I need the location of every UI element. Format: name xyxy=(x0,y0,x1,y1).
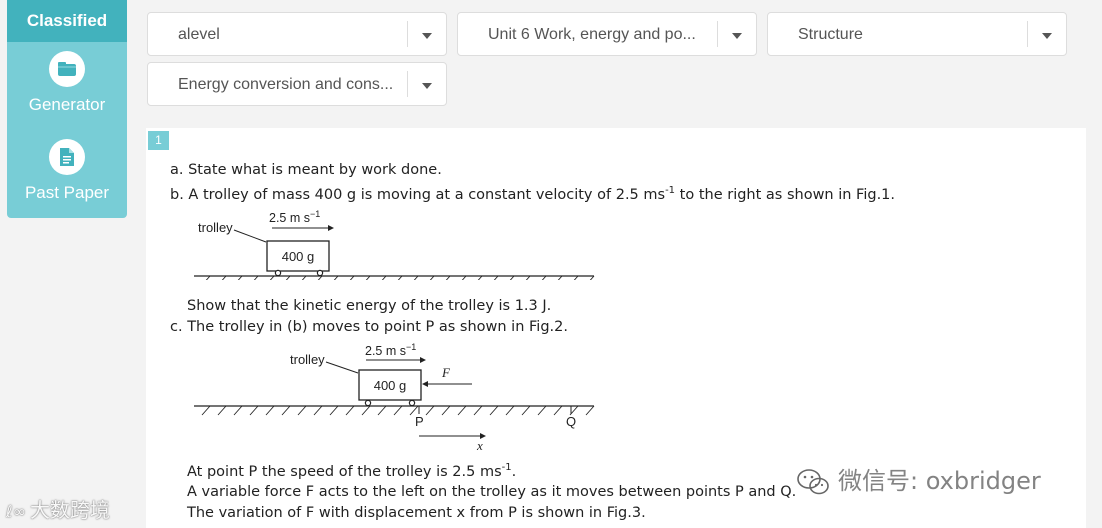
question-part-b: b. A trolley of mass 400 g is moving at … xyxy=(170,185,895,203)
question-number: 1 xyxy=(148,131,169,150)
ground-hatch xyxy=(489,405,499,416)
chevron-down-icon xyxy=(422,83,432,89)
topic-select[interactable]: Energy conversion and cons... xyxy=(147,62,447,106)
figure-1: trolley 2.5 m s−1 400 g xyxy=(194,209,595,280)
select-divider xyxy=(407,71,408,97)
question-speed-at-p: At point P the speed of the trolley is 2… xyxy=(187,462,516,480)
ground-hatch xyxy=(313,405,323,416)
watermark-logo-icon: ℓ∞ xyxy=(6,502,26,521)
question-variable-force: A variable force F acts to the left on t… xyxy=(187,484,797,500)
sidebar-item-past-paper[interactable]: Past Paper xyxy=(7,139,127,203)
fig2-mass-label: 400 g xyxy=(374,378,407,393)
tab-classified[interactable]: Classified xyxy=(7,0,127,42)
speed-text: At point P the speed of the trolley is 2… xyxy=(187,463,502,480)
watermark-left: ℓ∞ 大数跨境 xyxy=(6,494,110,523)
folder-icon xyxy=(49,51,85,87)
fig1-speed-label: 2.5 m s−1 xyxy=(269,209,320,225)
select-divider xyxy=(717,21,718,47)
ground-hatch xyxy=(457,405,467,416)
ground-hatch xyxy=(361,405,371,416)
chevron-down-icon xyxy=(1042,33,1052,39)
fig2-speed-label: 2.5 m s−1 xyxy=(365,342,416,358)
speed-text-end: . xyxy=(511,463,517,480)
ground-hatch xyxy=(249,405,259,416)
select-divider xyxy=(1027,21,1028,47)
sidebar: Classified Generator Past Paper xyxy=(7,0,127,218)
ground-hatch xyxy=(393,405,403,416)
ground-hatch xyxy=(521,405,531,416)
ground-hatch xyxy=(281,405,291,416)
sidebar-item-label: Past Paper xyxy=(24,183,110,202)
part-b-text: b. A trolley of mass 400 g is moving at … xyxy=(170,186,666,203)
ground-hatch xyxy=(473,405,483,416)
question-show-ke: Show that the kinetic energy of the trol… xyxy=(187,298,552,314)
tab-classified-label: Classified xyxy=(26,11,108,30)
sidebar-item-generator[interactable]: Generator xyxy=(7,51,127,115)
watermark-right: 微信号: oxbridger xyxy=(796,461,1041,496)
fig1-trolley-label: trolley xyxy=(198,220,233,235)
ground-hatch xyxy=(265,405,275,416)
ground-hatch xyxy=(441,405,451,416)
watermark-right-text: 微信号: oxbridger xyxy=(838,467,1041,495)
chevron-down-icon xyxy=(422,33,432,39)
question-variation: The variation of F with displacement x f… xyxy=(187,505,646,521)
part-b-text-end: to the right as shown in Fig.1. xyxy=(675,186,896,203)
figure-2: trolley 2.5 m s−1 400 g F P Q x xyxy=(194,342,595,452)
ground-hatch xyxy=(505,405,515,416)
ground-hatch xyxy=(377,405,387,416)
question-part-c: c. The trolley in (b) moves to point P a… xyxy=(170,319,568,335)
ground-hatch xyxy=(537,405,547,416)
document-icon xyxy=(49,139,85,175)
level-select-value: alevel xyxy=(178,26,220,43)
ground-hatch xyxy=(553,405,563,416)
ground-hatch xyxy=(201,405,211,416)
ground-hatch xyxy=(329,405,339,416)
part-b-sup: -1 xyxy=(665,185,676,196)
chevron-down-icon xyxy=(732,33,742,39)
sidebar-item-label: Generator xyxy=(28,95,106,114)
ground-hatch xyxy=(217,405,227,416)
ground-hatch xyxy=(297,405,307,416)
type-select[interactable]: Structure xyxy=(767,12,1067,56)
select-divider xyxy=(407,21,408,47)
ground-hatch xyxy=(425,405,435,416)
question-part-a: a. State what is meant by work done. xyxy=(170,162,442,178)
ground-hatch xyxy=(585,405,595,416)
unit-select[interactable]: Unit 6 Work, energy and po... xyxy=(457,12,757,56)
type-select-value: Structure xyxy=(798,26,863,43)
unit-select-value: Unit 6 Work, energy and po... xyxy=(488,26,696,43)
fig1-mass-label: 400 g xyxy=(282,249,315,264)
watermark-left-text: 大数跨境 xyxy=(29,498,110,522)
ground-hatch xyxy=(233,405,243,416)
fig2-point-p: P xyxy=(415,414,424,429)
level-select[interactable]: alevel xyxy=(147,12,447,56)
topic-select-value: Energy conversion and cons... xyxy=(178,76,394,93)
fig2-force-label: F xyxy=(441,365,451,380)
speed-sup: -1 xyxy=(501,462,512,473)
fig2-x-label: x xyxy=(476,438,483,452)
fig2-point-q: Q xyxy=(566,414,576,429)
ground-hatch xyxy=(345,405,355,416)
wechat-icon xyxy=(797,469,829,495)
fig2-trolley-label: trolley xyxy=(290,352,325,367)
